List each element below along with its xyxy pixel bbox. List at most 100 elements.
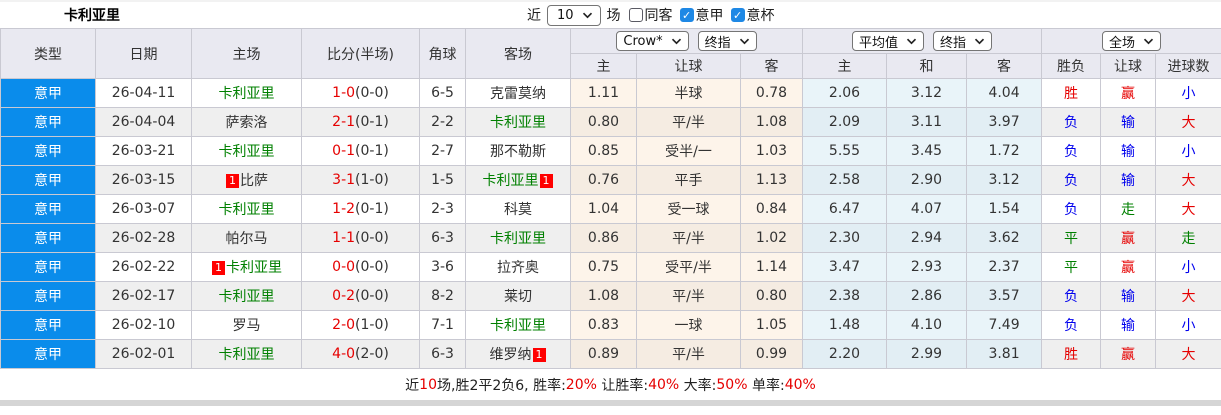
handicap-result-cell: 走 (1100, 194, 1157, 224)
match-rows: 意甲 26-04-11 卡利亚里 1-0(0-0) 6-5 克雷莫纳 1.11 半球 0.78 2… (0, 78, 1221, 369)
sub-header-handicap: 让球 (1100, 53, 1157, 79)
team-name[interactable]: 克雷莫纳 (490, 86, 546, 102)
team-name[interactable]: 维罗纳 (490, 347, 532, 363)
team-name[interactable]: 卡利亚里 (219, 347, 275, 363)
asia-home-odds-cell: 0.85 (570, 136, 637, 166)
goals-result-cell: 大 (1155, 107, 1221, 137)
footer-text: 大率: (679, 377, 717, 394)
goals-result-cell: 大 (1155, 339, 1221, 369)
result-cell: 负 (1041, 165, 1102, 195)
filter-checkbox-label: 意杯 (746, 8, 775, 24)
avg-away-odds-cell: 3.57 (966, 281, 1043, 311)
footer-win-rate: 20% (565, 376, 597, 393)
avg-draw-odds-cell: 2.86 (886, 281, 968, 311)
asia-time-select[interactable]: 终指 (697, 31, 757, 51)
match-count-select[interactable]: 10 (547, 4, 601, 26)
footer-text: 近 (405, 377, 420, 394)
avg-home-odds-cell: 2.09 (802, 107, 888, 137)
team-name[interactable]: 莱切 (504, 289, 532, 305)
checkbox-checked-icon[interactable]: ✓ (730, 8, 745, 22)
avg-away-odds-cell: 1.54 (966, 194, 1043, 224)
asia-away-odds-cell: 0.99 (739, 339, 804, 369)
sub-header-asia-away: 客 (739, 53, 804, 79)
handicap-result-cell: 输 (1100, 281, 1157, 311)
goals-result-cell: 大 (1155, 165, 1221, 195)
avg-draw-odds-cell: 2.99 (886, 339, 968, 369)
score-cell: 3-1(1-0) (301, 165, 420, 195)
corner-cell: 7-1 (419, 310, 466, 340)
avg-away-odds-cell: 1.72 (966, 136, 1043, 166)
asia-away-odds-cell: 1.02 (739, 223, 804, 253)
avg-away-odds-cell: 3.81 (966, 339, 1043, 369)
team-name[interactable]: 罗马 (233, 318, 261, 334)
red-card-badge: 1 (226, 174, 239, 188)
team-name[interactable]: 卡利亚里 (219, 86, 275, 102)
checkbox-unchecked-icon[interactable] (628, 8, 643, 22)
sub-header-asia-home: 主 (570, 53, 637, 79)
match-row: 意甲 26-03-15 1 比萨 3-1(1-0) 1-5 卡利亚里 1 0.76 平手 1.13 2… (0, 165, 1221, 195)
filter-checkbox-item[interactable]: 同客 (628, 5, 673, 25)
league-cell: 意甲 (0, 281, 96, 311)
team-name[interactable]: 比萨 (240, 173, 268, 189)
goals-result-cell: 小 (1155, 310, 1221, 340)
asia-away-odds-cell: 0.84 (739, 194, 804, 224)
home-team-cell: 卡利亚里 (191, 194, 302, 224)
score-cell: 0-0(0-0) (301, 252, 420, 282)
away-team-cell: 克雷莫纳 (465, 78, 571, 108)
asia-time-select-value: 终指 (704, 35, 731, 51)
team-name[interactable]: 帕尔马 (226, 231, 268, 247)
team-name[interactable]: 拉齐奥 (497, 260, 539, 276)
asia-line-cell: 半球 (636, 78, 741, 108)
filter-bar: 近 10 场 同客 ✓ 意甲 ✓ 意杯 (527, 3, 775, 27)
team-name[interactable]: 卡利亚里 (219, 144, 275, 160)
bookmaker-select[interactable]: Crow* (616, 31, 689, 51)
checkbox-checked-icon[interactable]: ✓ (679, 8, 694, 22)
team-name[interactable]: 那不勒斯 (490, 144, 546, 160)
team-name[interactable]: 卡利亚里 (490, 318, 546, 334)
team-name[interactable]: 萨索洛 (226, 115, 268, 131)
home-team-cell: 1 比萨 (191, 165, 302, 195)
footer-text: 让胜率: (596, 377, 649, 394)
asia-away-odds-cell: 1.03 (739, 136, 804, 166)
filter-checkbox-item[interactable]: ✓ 意甲 (679, 5, 724, 25)
match-row: 意甲 26-03-21 卡利亚里 0-1(0-1) 2-7 那不勒斯 0.85 受半/一 1.0… (0, 136, 1221, 166)
fulltime-score: 2-1 (332, 114, 356, 130)
league-cell: 意甲 (0, 252, 96, 282)
team-name[interactable]: 卡利亚里 (226, 260, 282, 276)
near-label: 近 (527, 8, 541, 24)
team-name[interactable]: 卡利亚里 (219, 289, 275, 305)
team-name[interactable]: 卡利亚里 (483, 173, 539, 189)
avg-draw-odds-cell: 3.12 (886, 78, 968, 108)
date-cell: 26-03-21 (95, 136, 192, 166)
avg-home-odds-cell: 6.47 (802, 194, 888, 224)
full-match-select[interactable]: 全场 (1102, 31, 1162, 51)
header-row-groups: 类型 日期 主场 比分(半场) 角球 客场 Crow* 终指 平均值 终指 全场 (0, 28, 1221, 79)
home-team-cell: 帕尔马 (191, 223, 302, 253)
team-name[interactable]: 卡利亚里 (219, 202, 275, 218)
avg-home-odds-cell: 2.20 (802, 339, 888, 369)
avg-away-odds-cell: 3.12 (966, 165, 1043, 195)
team-name[interactable]: 卡利亚里 (490, 231, 546, 247)
asia-home-odds-cell: 0.80 (570, 107, 637, 137)
match-row: 意甲 26-03-07 卡利亚里 1-2(0-1) 2-3 科莫 1.04 受一球 0.84 6.… (0, 194, 1221, 224)
handicap-result-cell: 输 (1100, 310, 1157, 340)
team-name[interactable]: 卡利亚里 (490, 115, 546, 131)
halftime-score: (0-0) (355, 85, 389, 101)
score-cell: 1-0(0-0) (301, 78, 420, 108)
asia-home-odds-cell: 0.83 (570, 310, 637, 340)
filter-checkbox-item[interactable]: ✓ 意杯 (730, 5, 775, 25)
europe-time-select[interactable]: 终指 (933, 31, 993, 51)
match-row: 意甲 26-02-28 帕尔马 1-1(0-0) 6-3 卡利亚里 0.86 平/半 1.02 2… (0, 223, 1221, 253)
team-name[interactable]: 科莫 (504, 202, 532, 218)
red-card-badge: 1 (212, 261, 225, 275)
date-cell: 26-03-15 (95, 165, 192, 195)
corner-cell: 1-5 (419, 165, 466, 195)
avg-draw-odds-cell: 4.07 (886, 194, 968, 224)
page: 卡利亚里 近 10 场 同客 ✓ 意甲 ✓ 意杯 类型 日期 主场 比分(半场) 角球 (0, 0, 1221, 415)
result-cell: 负 (1041, 136, 1102, 166)
home-team-cell: 卡利亚里 (191, 78, 302, 108)
avg-home-odds-cell: 3.47 (802, 252, 888, 282)
result-group-header: 全场 (1041, 28, 1221, 54)
goals-result-cell: 大 (1155, 194, 1221, 224)
average-select[interactable]: 平均值 (852, 31, 925, 51)
